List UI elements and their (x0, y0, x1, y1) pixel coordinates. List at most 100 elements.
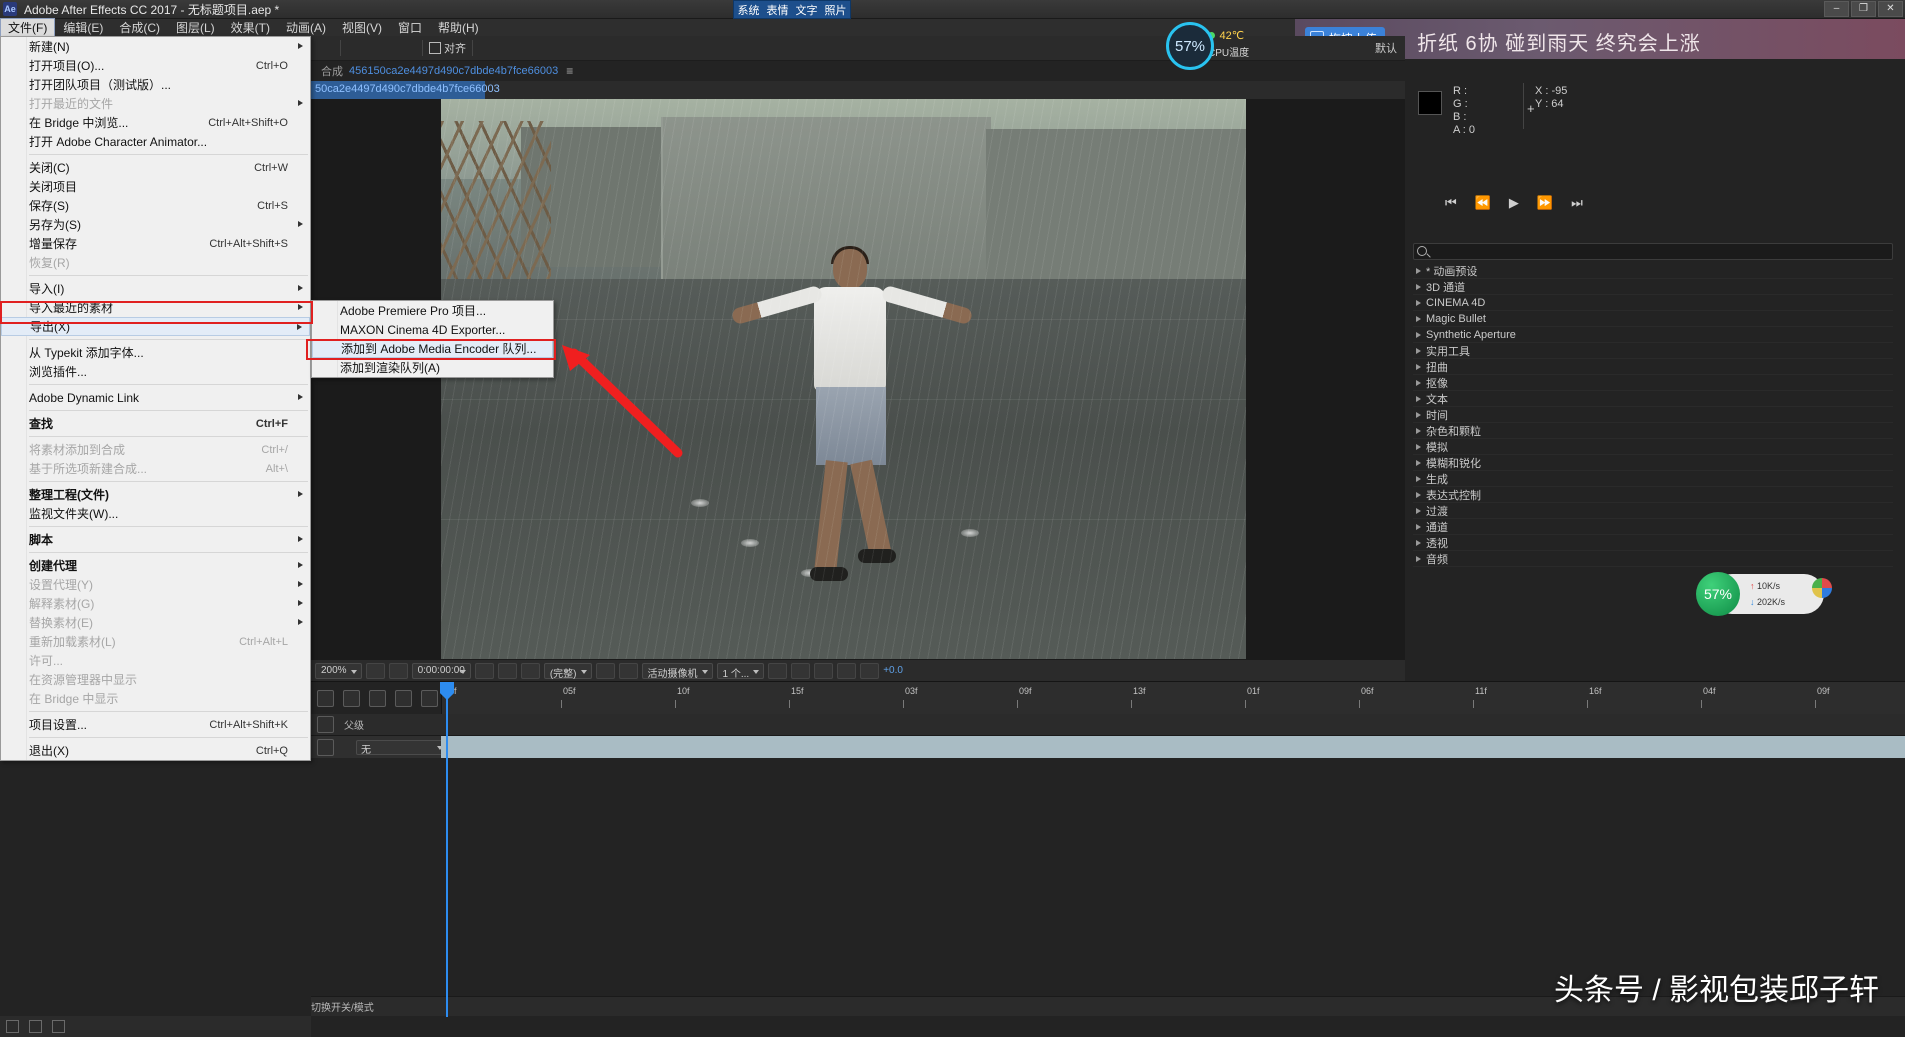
file-menu-item-1[interactable]: 打开项目(O)... Ctrl+O (1, 56, 310, 75)
file-menu-item-0[interactable]: 新建(N) (1, 37, 310, 56)
channel-rgb-icon[interactable] (520, 662, 540, 679)
transparency-checker-icon[interactable] (618, 662, 638, 679)
snapshot-camera-icon[interactable] (474, 662, 494, 679)
camera-selector[interactable]: 活动摄像机 (641, 662, 713, 680)
chevron-right-icon[interactable] (1416, 363, 1421, 370)
composition-mini-icon[interactable] (343, 689, 360, 707)
export-submenu-item-2[interactable]: 添加到 Adobe Media Encoder 队列... (312, 339, 553, 358)
last-frame-icon[interactable]: ⏭ (1571, 195, 1583, 211)
effect-category-item[interactable]: 实用工具 (1413, 343, 1893, 359)
ime-floating-bar[interactable]: 系统 表情 文字 照片 (733, 0, 851, 19)
file-menu-item-7[interactable]: 关闭(C) Ctrl+W (1, 158, 310, 177)
layer-video-toggle-icon[interactable] (317, 716, 334, 733)
effect-category-item[interactable]: 文本 (1413, 391, 1893, 407)
file-menu-item-15[interactable]: 导入最近的素材 (1, 298, 310, 317)
file-menu[interactable]: 新建(N) 打开项目(O)... Ctrl+O 打开团队项目（测试版）... 打开最近的… (0, 36, 311, 761)
effect-category-item[interactable]: CINEMA 4D (1413, 295, 1893, 311)
parent-pickwhip-icon[interactable] (317, 738, 334, 756)
file-menu-item-33[interactable]: 创建代理 (1, 556, 310, 575)
chevron-right-icon[interactable] (1416, 411, 1421, 418)
parent-selector[interactable]: 无 (356, 739, 448, 756)
3d-renderer-icon[interactable] (317, 689, 334, 707)
next-frame-icon[interactable]: ⏩ (1537, 195, 1553, 211)
effect-category-item[interactable]: 生成 (1413, 471, 1893, 487)
ime-item-system[interactable]: 系统 (738, 2, 760, 18)
menu-3[interactable]: 图层(L) (168, 18, 223, 37)
file-menu-item-4[interactable]: 在 Bridge 中浏览... Ctrl+Alt+Shift+O (1, 113, 310, 132)
snapping-icon[interactable] (503, 39, 524, 57)
effect-category-item[interactable]: * 动画预设 (1413, 263, 1893, 279)
draft-3d-icon[interactable] (369, 689, 386, 707)
region-interest-box-icon[interactable] (595, 662, 615, 679)
menu-6[interactable]: 视图(V) (334, 18, 390, 37)
clone-tool-icon[interactable] (371, 39, 392, 57)
file-menu-item-5[interactable]: 打开 Adobe Character Animator... (1, 132, 310, 151)
file-menu-item-16[interactable]: 导出(X) (1, 317, 310, 336)
composition-subtab-name[interactable]: 50ca2e4497d490c7dbde4b7fce66003 (315, 83, 500, 95)
composition-viewer[interactable] (311, 99, 1405, 659)
chevron-right-icon[interactable] (1416, 443, 1421, 450)
menu-2[interactable]: 合成(C) (111, 18, 168, 37)
effect-category-item[interactable]: 表达式控制 (1413, 487, 1893, 503)
menu-1[interactable]: 编辑(E) (55, 18, 111, 37)
play-icon[interactable]: ▶ (1509, 195, 1519, 211)
export-submenu-item-0[interactable]: Adobe Premiere Pro 项目... (312, 301, 553, 320)
file-menu-item-10[interactable]: 另存为(S) (1, 215, 310, 234)
workspace-selector[interactable]: 默认 (1375, 40, 1397, 56)
zoom-selector[interactable]: 200% (315, 662, 362, 679)
chevron-right-icon[interactable] (1416, 379, 1421, 386)
delete-icon[interactable] (52, 1020, 65, 1033)
menu-4[interactable]: 效果(T) (223, 18, 278, 37)
chevron-right-icon[interactable] (1416, 459, 1421, 466)
show-snapshot-icon[interactable] (497, 662, 517, 679)
chevron-right-icon[interactable] (1416, 299, 1421, 306)
effects-search-input[interactable] (1413, 243, 1893, 260)
effect-category-item[interactable]: Magic Bullet (1413, 311, 1893, 327)
resolution-selector[interactable]: (完整) (543, 662, 592, 680)
export-submenu-item-3[interactable]: 添加到渲染队列(A) (312, 358, 553, 377)
file-menu-item-44[interactable]: 退出(X) Ctrl+Q (1, 741, 310, 760)
timeline-graph-icon[interactable] (814, 662, 834, 679)
effect-category-item[interactable]: Synthetic Aperture (1413, 327, 1893, 343)
file-menu-item-31[interactable]: 脚本 (1, 530, 310, 549)
composition-name[interactable]: 456150ca2e4497d490c7dbde4b7fce66003 (349, 65, 558, 77)
graph-editor-icon[interactable] (421, 689, 438, 707)
network-speed-widget[interactable]: 57% ↑ 10K/s ↓ 202K/s (1696, 572, 1832, 616)
browser-ball-icon[interactable] (1812, 578, 1832, 598)
close-button[interactable]: ✕ (1878, 1, 1903, 17)
file-menu-item-28[interactable]: 整理工程(文件) (1, 485, 310, 504)
effect-category-item[interactable]: 透视 (1413, 535, 1893, 551)
chevron-right-icon[interactable] (1416, 555, 1421, 562)
effect-category-item[interactable]: 音频 (1413, 551, 1893, 567)
region-of-interest-icon[interactable] (365, 662, 385, 679)
effect-category-item[interactable]: 3D 通道 (1413, 279, 1893, 295)
file-menu-item-18[interactable]: 从 Typekit 添加字体... (1, 343, 310, 362)
file-menu-item-19[interactable]: 浏览插件... (1, 362, 310, 381)
pixel-aspect-icon[interactable] (768, 662, 788, 679)
views-selector[interactable]: 1 个... (716, 662, 765, 680)
layer-duration-bar[interactable] (441, 736, 1905, 758)
first-frame-icon[interactable]: ⏮ (1445, 195, 1457, 211)
motion-blur-icon[interactable] (395, 689, 412, 707)
panel-menu-icon[interactable]: ≡ (566, 64, 573, 78)
effect-category-item[interactable]: 模糊和锐化 (1413, 455, 1893, 471)
maximize-button[interactable]: ❐ (1851, 1, 1876, 17)
fast-preview-icon[interactable] (791, 662, 811, 679)
file-menu-item-2[interactable]: 打开团队项目（测试版）... (1, 75, 310, 94)
export-submenu-item-1[interactable]: MAXON Cinema 4D Exporter... (312, 320, 553, 339)
ime-item-emoji[interactable]: 表情 (767, 2, 789, 18)
file-menu-item-42[interactable]: 项目设置... Ctrl+Alt+Shift+K (1, 715, 310, 734)
effect-category-item[interactable]: 时间 (1413, 407, 1893, 423)
transparency-grid-icon[interactable] (388, 662, 408, 679)
selection-tool-icon[interactable] (312, 39, 333, 57)
anchor-tool-icon[interactable] (480, 39, 501, 57)
bit-depth-icon[interactable] (6, 1020, 19, 1033)
menu-8[interactable]: 帮助(H) (430, 18, 487, 37)
effect-category-item[interactable]: 杂色和颗粒 (1413, 423, 1893, 439)
file-menu-item-11[interactable]: 增量保存 Ctrl+Alt+Shift+S (1, 234, 310, 253)
effects-and-presets-panel[interactable]: * 动画预设 3D 通道 CINEMA 4D Magic Bullet Syntheti… (1405, 216, 1905, 576)
chevron-right-icon[interactable] (1416, 331, 1421, 338)
file-menu-item-23[interactable]: 查找 Ctrl+F (1, 414, 310, 433)
chevron-right-icon[interactable] (1416, 427, 1421, 434)
chevron-right-icon[interactable] (1416, 507, 1421, 514)
